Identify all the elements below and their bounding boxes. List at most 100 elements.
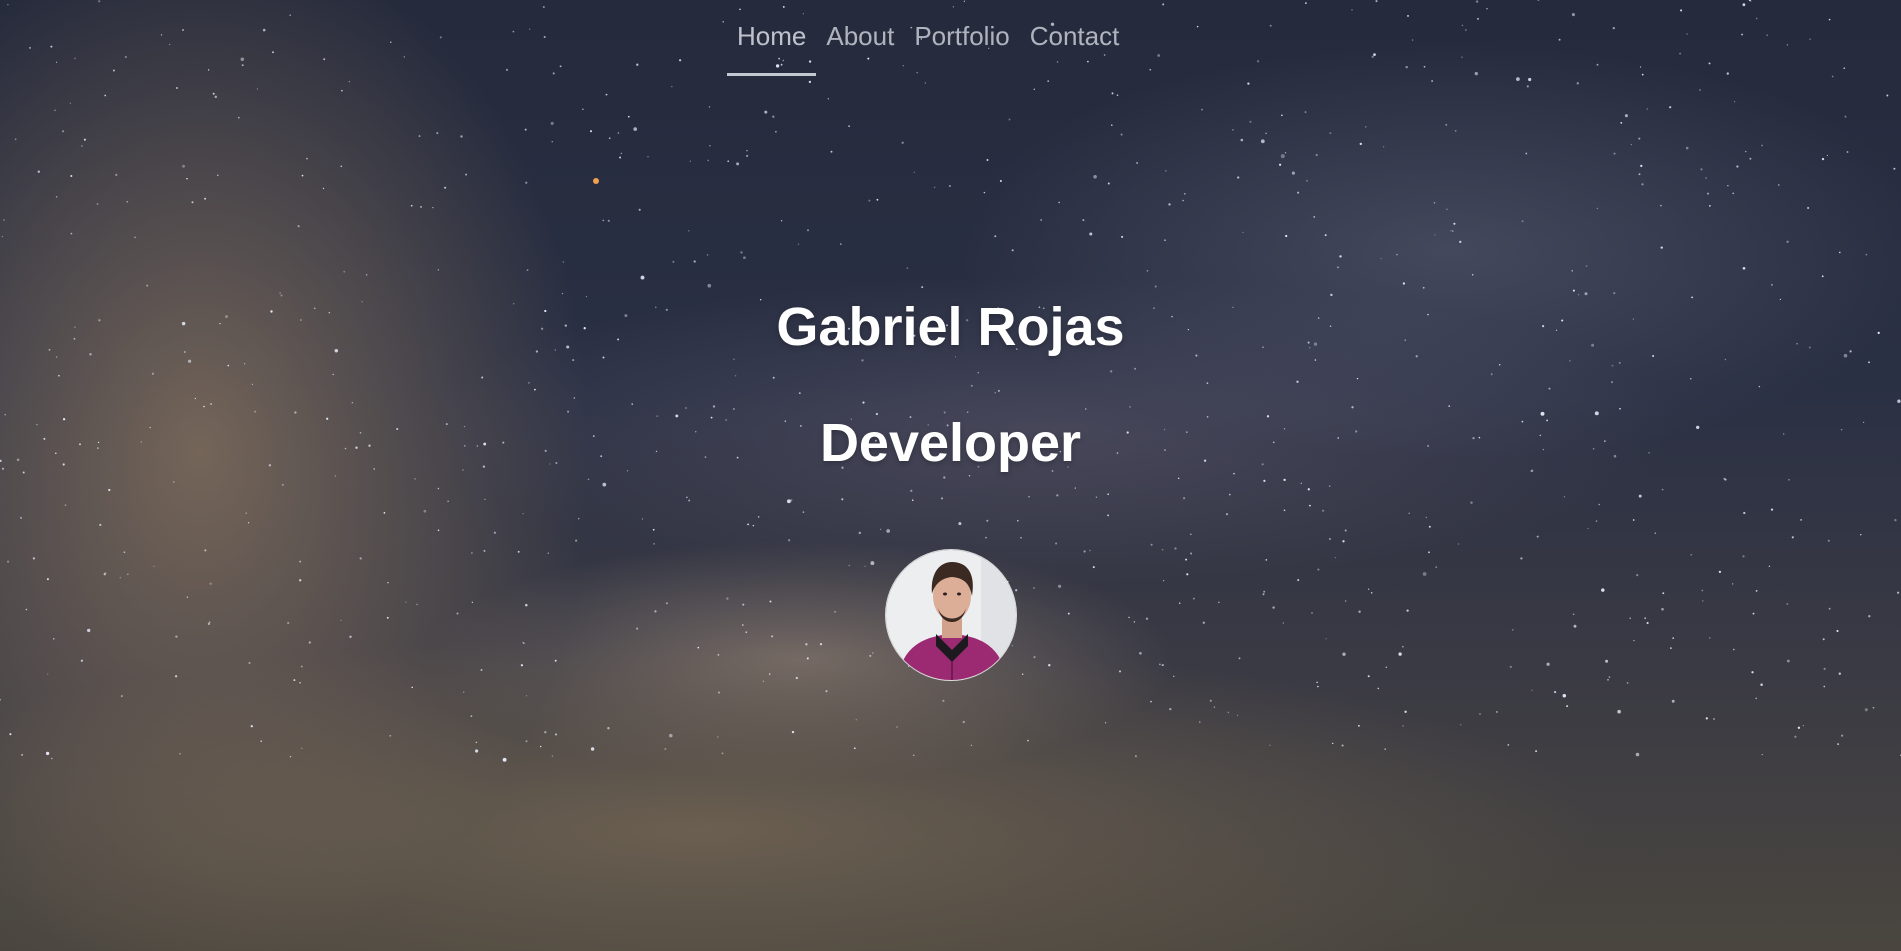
star <box>552 72 555 75</box>
star <box>671 85 673 88</box>
star <box>1807 206 1810 210</box>
star <box>341 89 343 92</box>
star <box>70 174 73 178</box>
star <box>848 564 850 567</box>
star <box>772 376 775 379</box>
star <box>108 488 111 492</box>
star <box>419 205 423 208</box>
star <box>1897 399 1901 403</box>
star <box>607 219 610 222</box>
star <box>1128 616 1130 619</box>
star <box>573 397 575 399</box>
star <box>943 476 946 479</box>
star <box>901 141 904 144</box>
star <box>1470 501 1473 504</box>
star <box>1015 589 1018 592</box>
star <box>1331 742 1334 745</box>
star <box>636 63 639 66</box>
star <box>405 601 407 603</box>
star <box>1404 710 1407 713</box>
hero-name: Gabriel Rojas <box>776 297 1125 357</box>
star <box>1699 89 1701 91</box>
star <box>70 232 73 235</box>
star <box>617 132 620 134</box>
star <box>1507 744 1510 746</box>
star <box>559 65 562 68</box>
star <box>1726 72 1729 75</box>
star <box>1802 724 1805 727</box>
star <box>876 198 879 201</box>
star <box>1640 164 1643 168</box>
star <box>1370 592 1373 594</box>
star <box>525 181 528 184</box>
star <box>62 130 65 133</box>
star <box>1260 139 1265 144</box>
nav-portfolio[interactable]: Portfolio <box>904 18 1019 76</box>
star <box>1129 405 1132 408</box>
star <box>1585 265 1588 267</box>
star <box>323 58 326 61</box>
star <box>1836 629 1839 633</box>
star <box>1342 540 1345 543</box>
star <box>684 407 687 409</box>
star <box>1445 123 1448 126</box>
star <box>297 225 300 228</box>
star <box>1535 750 1538 753</box>
star <box>168 43 171 46</box>
nav-about[interactable]: About <box>816 18 904 76</box>
star <box>752 524 755 527</box>
star <box>544 731 547 734</box>
star <box>1670 647 1672 649</box>
star <box>1705 177 1707 179</box>
star <box>447 500 449 502</box>
star <box>1150 700 1152 703</box>
star <box>1751 671 1754 674</box>
star <box>87 628 91 633</box>
star <box>243 363 246 365</box>
star <box>1341 744 1344 747</box>
nav-contact[interactable]: Contact <box>1020 18 1130 76</box>
star <box>1584 292 1588 296</box>
star <box>1185 558 1188 561</box>
star <box>1821 275 1824 278</box>
star <box>1134 755 1137 758</box>
star <box>1724 358 1727 361</box>
star <box>1199 721 1201 723</box>
star <box>1104 722 1107 724</box>
star <box>1596 207 1598 210</box>
star <box>572 359 575 362</box>
star <box>590 747 595 751</box>
star <box>1291 171 1295 175</box>
star <box>1083 550 1086 553</box>
star <box>1304 111 1307 114</box>
star <box>654 610 657 613</box>
star <box>970 384 973 387</box>
star <box>1844 115 1847 118</box>
star <box>1249 120 1252 123</box>
star <box>1843 67 1846 70</box>
star <box>186 177 188 180</box>
star <box>124 55 127 59</box>
star <box>1633 639 1635 642</box>
star <box>864 565 866 567</box>
star <box>1218 601 1220 604</box>
star <box>1280 154 1285 159</box>
star <box>1605 659 1609 663</box>
star <box>1520 557 1523 560</box>
star <box>1546 662 1550 666</box>
star <box>1408 512 1410 514</box>
star <box>1178 602 1181 604</box>
star <box>471 601 474 604</box>
star <box>64 504 67 506</box>
star <box>1872 706 1875 709</box>
profile-photo-icon <box>886 550 1016 680</box>
star <box>423 509 427 513</box>
star <box>672 260 675 263</box>
nav-home[interactable]: Home <box>727 18 817 76</box>
star <box>1321 509 1325 512</box>
star <box>1256 60 1260 63</box>
star <box>1159 663 1161 666</box>
star <box>525 695 528 697</box>
star <box>1709 637 1711 639</box>
star <box>47 673 49 675</box>
